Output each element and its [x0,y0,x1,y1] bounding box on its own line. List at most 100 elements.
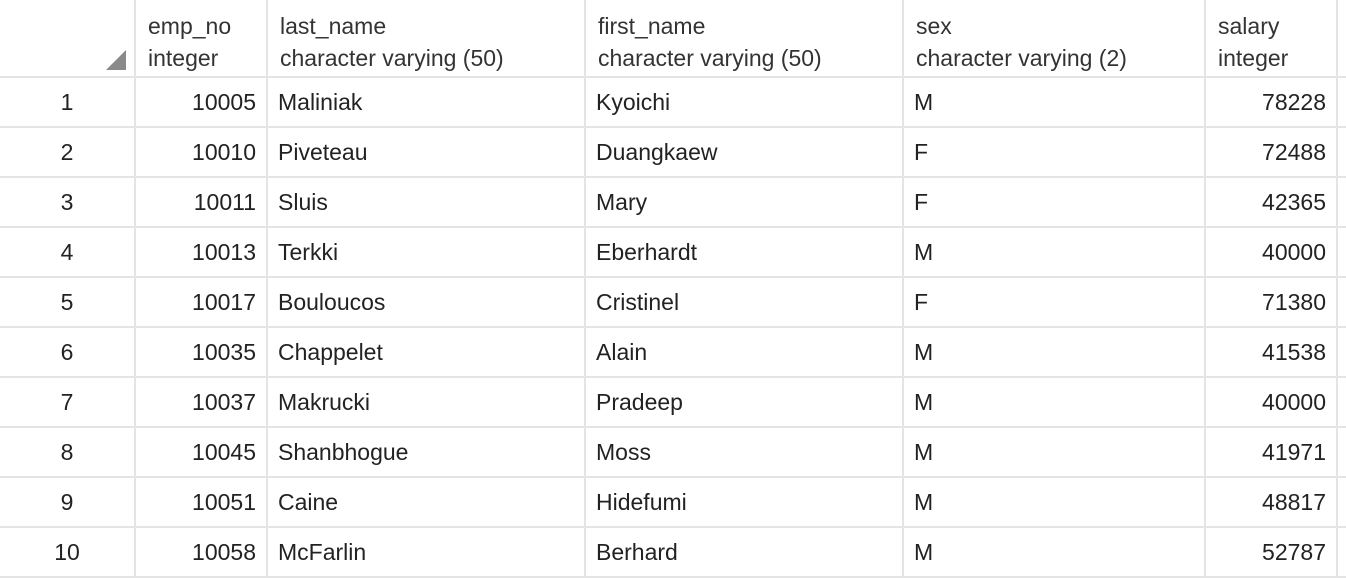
row-number[interactable]: 4 [0,228,136,278]
row-filler [1338,78,1346,128]
column-name: emp_no [148,13,232,39]
row-filler [1338,478,1346,528]
column-header-emp-no[interactable]: emp_no integer [136,0,268,78]
table-row[interactable]: 10 10058 McFarlin Berhard M 52787 [0,528,1346,578]
header-row: emp_no integer last_name character varyi… [0,0,1346,78]
row-filler [1338,428,1346,478]
cell-last-name[interactable]: Maliniak [268,78,586,128]
cell-sex[interactable]: F [904,278,1206,328]
cell-salary[interactable]: 40000 [1206,378,1338,428]
column-type: character varying (50) [598,45,822,71]
cell-emp-no[interactable]: 10035 [136,328,268,378]
cell-first-name[interactable]: Kyoichi [586,78,904,128]
row-number[interactable]: 2 [0,128,136,178]
column-name: first_name [598,13,706,39]
column-name: last_name [280,13,387,39]
row-number[interactable]: 9 [0,478,136,528]
column-name: salary [1218,13,1280,39]
table-row[interactable]: 4 10013 Terkki Eberhardt M 40000 [0,228,1346,278]
cell-emp-no[interactable]: 10017 [136,278,268,328]
cell-first-name[interactable]: Alain [586,328,904,378]
table-row[interactable]: 2 10010 Piveteau Duangkaew F 72488 [0,128,1346,178]
header-filler [1338,0,1346,78]
cell-sex[interactable]: M [904,428,1206,478]
table-row[interactable]: 7 10037 Makrucki Pradeep M 40000 [0,378,1346,428]
cell-emp-no[interactable]: 10037 [136,378,268,428]
row-filler [1338,278,1346,328]
table-row[interactable]: 5 10017 Bouloucos Cristinel F 71380 [0,278,1346,328]
cell-last-name[interactable]: Shanbhogue [268,428,586,478]
cell-salary[interactable]: 52787 [1206,528,1338,578]
cell-sex[interactable]: M [904,78,1206,128]
cell-salary[interactable]: 41971 [1206,428,1338,478]
table-row[interactable]: 8 10045 Shanbhogue Moss M 41971 [0,428,1346,478]
column-header-salary[interactable]: salary integer [1206,0,1338,78]
column-header-sex[interactable]: sex character varying (2) [904,0,1206,78]
column-type: integer [148,45,219,71]
cell-salary[interactable]: 42365 [1206,178,1338,228]
cell-last-name[interactable]: Terkki [268,228,586,278]
select-all-triangle-icon [106,50,126,70]
cell-salary[interactable]: 78228 [1206,78,1338,128]
cell-first-name[interactable]: Pradeep [586,378,904,428]
cell-sex[interactable]: M [904,478,1206,528]
row-filler [1338,328,1346,378]
cell-sex[interactable]: F [904,128,1206,178]
row-filler [1338,378,1346,428]
cell-emp-no[interactable]: 10013 [136,228,268,278]
cell-salary[interactable]: 41538 [1206,328,1338,378]
cell-emp-no[interactable]: 10010 [136,128,268,178]
cell-sex[interactable]: M [904,528,1206,578]
column-type: character varying (2) [916,45,1127,71]
cell-salary[interactable]: 48817 [1206,478,1338,528]
cell-last-name[interactable]: McFarlin [268,528,586,578]
cell-last-name[interactable]: Caine [268,478,586,528]
cell-sex[interactable]: F [904,178,1206,228]
cell-salary[interactable]: 40000 [1206,228,1338,278]
row-number[interactable]: 1 [0,78,136,128]
cell-first-name[interactable]: Duangkaew [586,128,904,178]
row-filler [1338,228,1346,278]
table-row[interactable]: 1 10005 Maliniak Kyoichi M 78228 [0,78,1346,128]
column-name: sex [916,13,952,39]
row-number[interactable]: 3 [0,178,136,228]
cell-emp-no[interactable]: 10051 [136,478,268,528]
cell-last-name[interactable]: Makrucki [268,378,586,428]
cell-first-name[interactable]: Eberhardt [586,228,904,278]
cell-first-name[interactable]: Mary [586,178,904,228]
select-all-corner[interactable] [0,0,136,78]
cell-emp-no[interactable]: 10045 [136,428,268,478]
cell-emp-no[interactable]: 10005 [136,78,268,128]
cell-first-name[interactable]: Berhard [586,528,904,578]
row-filler [1338,528,1346,578]
row-number[interactable]: 7 [0,378,136,428]
row-number[interactable]: 8 [0,428,136,478]
cell-salary[interactable]: 72488 [1206,128,1338,178]
row-filler [1338,128,1346,178]
cell-sex[interactable]: M [904,378,1206,428]
column-type: integer [1218,45,1289,71]
cell-emp-no[interactable]: 10058 [136,528,268,578]
cell-sex[interactable]: M [904,328,1206,378]
table-row[interactable]: 9 10051 Caine Hidefumi M 48817 [0,478,1346,528]
row-number[interactable]: 5 [0,278,136,328]
cell-first-name[interactable]: Cristinel [586,278,904,328]
column-header-last-name[interactable]: last_name character varying (50) [268,0,586,78]
cell-first-name[interactable]: Moss [586,428,904,478]
cell-last-name[interactable]: Bouloucos [268,278,586,328]
row-number[interactable]: 10 [0,528,136,578]
column-header-first-name[interactable]: first_name character varying (50) [586,0,904,78]
column-type: character varying (50) [280,45,504,71]
cell-last-name[interactable]: Chappelet [268,328,586,378]
row-number[interactable]: 6 [0,328,136,378]
cell-last-name[interactable]: Piveteau [268,128,586,178]
result-grid: emp_no integer last_name character varyi… [0,0,1346,578]
table-row[interactable]: 3 10011 Sluis Mary F 42365 [0,178,1346,228]
cell-first-name[interactable]: Hidefumi [586,478,904,528]
row-filler [1338,178,1346,228]
cell-salary[interactable]: 71380 [1206,278,1338,328]
table-row[interactable]: 6 10035 Chappelet Alain M 41538 [0,328,1346,378]
cell-sex[interactable]: M [904,228,1206,278]
cell-emp-no[interactable]: 10011 [136,178,268,228]
cell-last-name[interactable]: Sluis [268,178,586,228]
